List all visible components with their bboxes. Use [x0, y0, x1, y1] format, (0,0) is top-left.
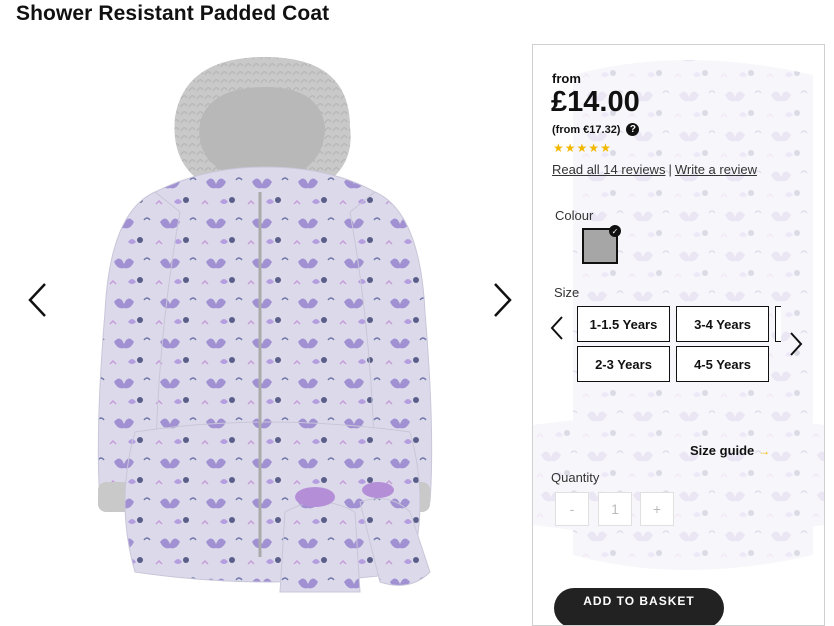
arrow-right-icon: → [758, 443, 771, 458]
size-guide-link[interactable]: Size guide → [690, 443, 770, 458]
write-review-link[interactable]: Write a review [675, 162, 757, 177]
price-value: £14.00 [551, 86, 640, 118]
star-icon: ★ [588, 141, 600, 155]
star-icon: ★ [564, 141, 576, 155]
product-image-gallery [0, 40, 530, 600]
chevron-left-icon [28, 283, 46, 317]
check-icon: ✓ [609, 225, 621, 237]
quantity-label: Quantity [551, 470, 600, 485]
quantity-decrease-button[interactable]: - [555, 492, 589, 526]
size-option-partial [775, 306, 781, 342]
read-reviews-link[interactable]: Read all 14 reviews [552, 162, 665, 177]
product-purchase-panel: from £14.00 (from €17.32) ? ★ ★ ★ ★ ★ Re… [532, 44, 825, 626]
gallery-prev-button[interactable] [20, 276, 56, 324]
quantity-increase-button[interactable]: + [640, 492, 674, 526]
chevron-right-icon [494, 283, 512, 317]
size-label: Size [554, 285, 580, 300]
alt-currency-price: (from €17.32) ? [552, 123, 640, 136]
colour-swatch-grey[interactable]: ✓ [582, 225, 621, 264]
star-icon: ★ [553, 141, 564, 155]
rating-stars: ★ ★ ★ ★ ★ [553, 142, 611, 154]
star-icon: ★ [576, 141, 588, 155]
size-option-2-3-years[interactable]: 2-3 Years [577, 346, 670, 382]
size-next-button[interactable] [786, 327, 806, 361]
size-guide-label: Size guide [690, 443, 755, 458]
reviews-separator: | [668, 162, 672, 177]
star-icon: ★ [600, 141, 611, 155]
colour-label: Colour [555, 208, 594, 223]
add-to-basket-button[interactable]: ADD TO BASKET [554, 588, 724, 625]
quantity-input[interactable]: 1 [598, 492, 632, 526]
gallery-next-button[interactable] [484, 276, 520, 324]
chevron-left-icon [550, 316, 563, 340]
help-icon[interactable]: ? [626, 123, 640, 136]
product-title: Shower Resistant Padded Coat [16, 2, 330, 25]
alt-price-text: (from €17.32) [552, 123, 621, 136]
reviews-links: Read all 14 reviews | Write a review [552, 162, 757, 177]
chevron-right-icon [790, 332, 803, 356]
price-from-label: from [552, 71, 581, 86]
size-option-3-4-years[interactable]: 3-4 Years [676, 306, 769, 342]
size-prev-button[interactable] [547, 311, 567, 345]
size-option-1-1.5-years[interactable]: 1-1.5 Years [577, 306, 670, 342]
size-option-4-5-years[interactable]: 4-5 Years [676, 346, 769, 382]
product-image [97, 57, 433, 593]
